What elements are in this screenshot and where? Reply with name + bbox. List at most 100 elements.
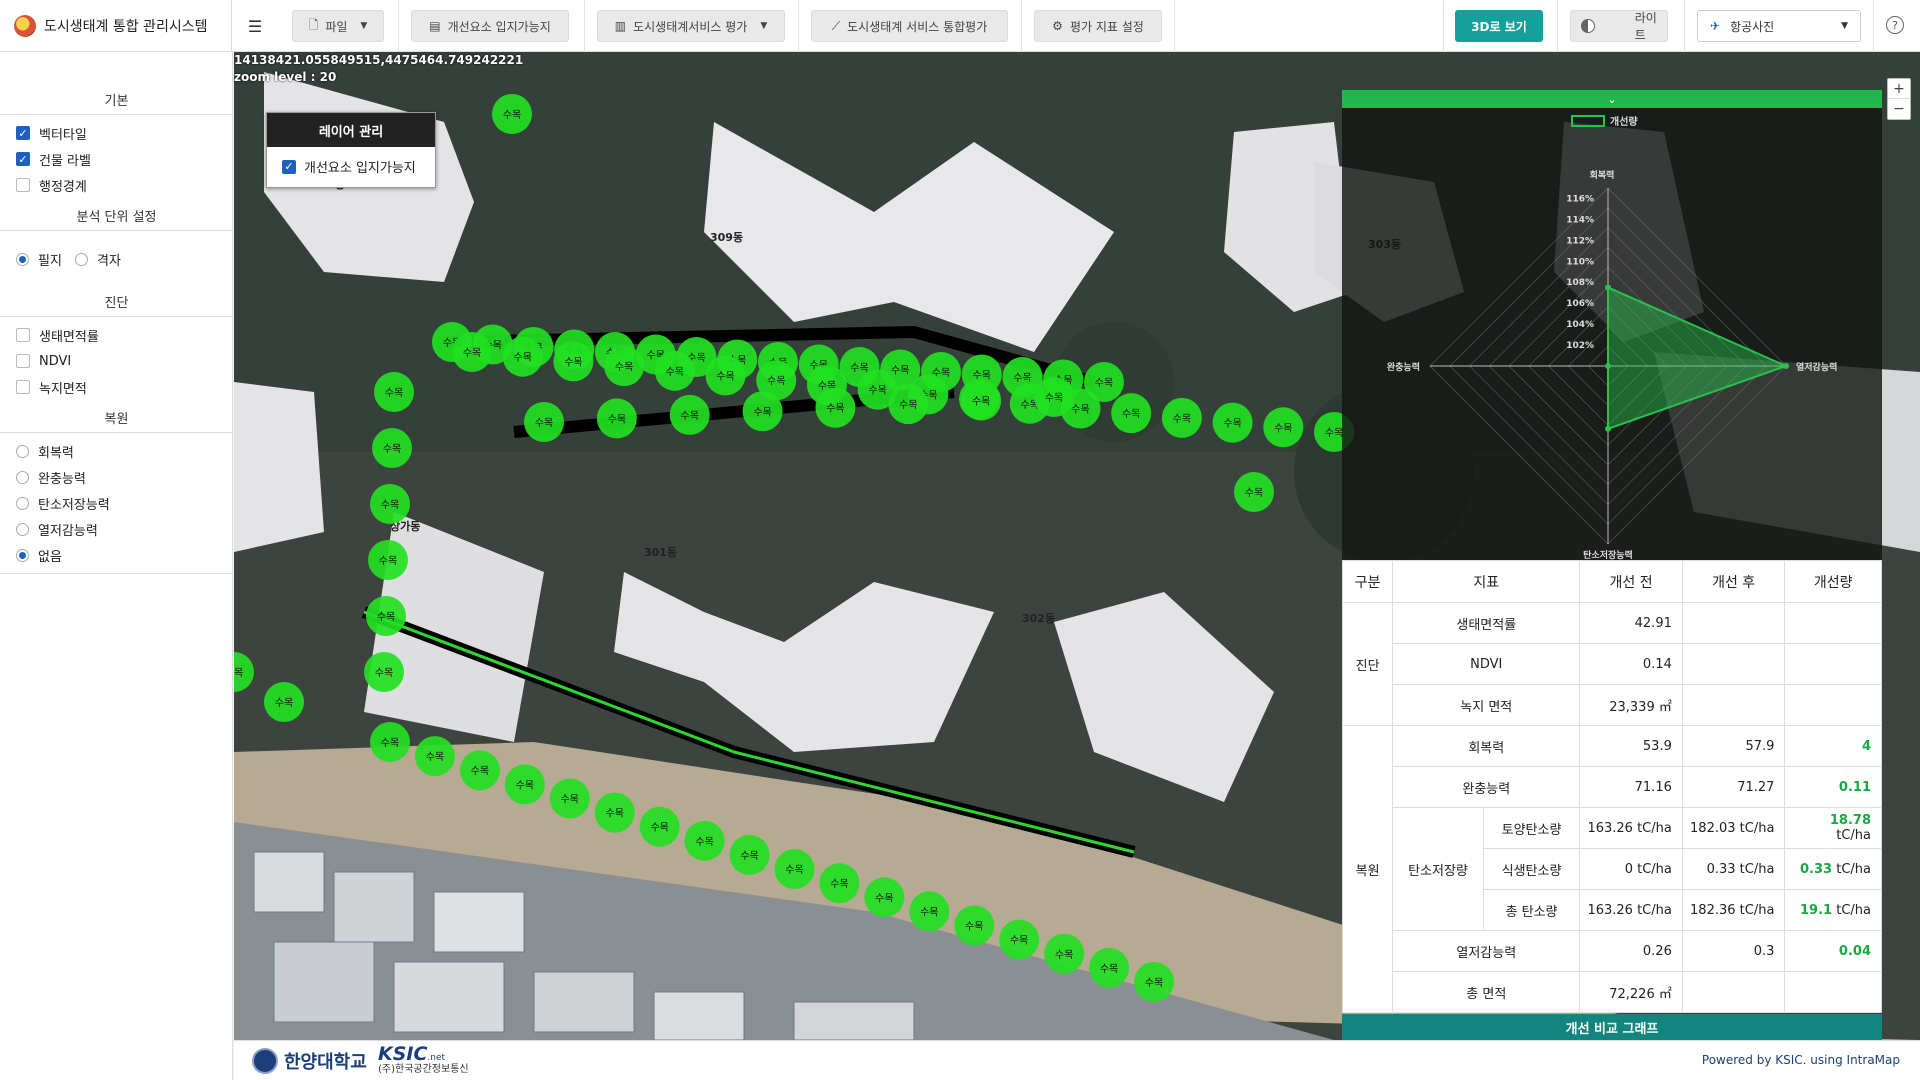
checkbox-checked-icon[interactable]: ✓ [282,159,296,174]
radio-heat[interactable]: 열저감능력 [16,520,98,539]
indicator-table: 구분 지표 개선 전 개선 후 개선량 진단 생태면적률 42.91 NDVI … [1341,560,1882,1013]
checkbox-icon[interactable] [16,328,30,342]
table-row: 총 면적 72,226 ㎡ [1343,971,1882,1013]
zoom-in-button[interactable]: + [1888,79,1910,99]
divider [398,0,399,52]
panel-collapse-button[interactable]: ⌄ [1342,90,1882,108]
table-row: 열저감능력 0.26 0.3 0.04 [1343,930,1882,972]
radio-carbon[interactable]: 탄소저장능력 [16,494,110,513]
radio-icon[interactable] [16,470,29,484]
gear-icon: ⚙ [1052,19,1063,33]
option-label: 열저감능력 [38,523,98,539]
site-availability-button[interactable]: ▤ 개선요소 입지가능지 [411,10,569,42]
after-value: 0.3 [1681,930,1786,972]
app-title: 도시생태계 통합 관리시스템 [44,19,208,35]
tree-label: 수목 [740,850,758,862]
after-value: 71.27 [1681,766,1786,808]
zoom-out-button[interactable]: − [1888,99,1910,119]
option-label: 필지 [38,253,62,269]
divider [1443,0,1444,52]
radar-tick-label: 106% [1566,299,1594,309]
tree-label: 수목 [972,396,990,408]
radio-resilience[interactable]: 회복력 [16,442,74,461]
tree-label: 수목 [1055,949,1073,961]
after-value: 57.9 [1681,725,1786,767]
compare-graph-button[interactable]: 개선 비교 그래프 [1342,1014,1882,1040]
tree-label: 수목 [383,443,401,455]
brand[interactable]: 도시생태계 통합 관리시스템 [0,0,232,52]
option-label: 회복력 [38,445,74,461]
integrated-eval-button[interactable]: ⟋ 도시생태계 서비스 통합평가 [811,10,1008,42]
radio-icon[interactable] [16,444,29,458]
indicator-label: 토양탄소량 [1482,807,1581,849]
radio-none[interactable]: 없음 [16,546,62,565]
basemap-select[interactable]: ✈ 항공사진 ▼ [1697,10,1861,42]
column-header: 구분 [1341,560,1394,603]
checkbox-checked-icon[interactable]: ✓ [16,126,30,140]
delta-number: 18.78 [1829,813,1871,828]
tree-label: 수목 [1274,422,1292,434]
radio-icon[interactable] [16,522,29,536]
toggle-eco-area-ratio[interactable]: 생태면적률 [16,326,99,345]
layer-toggle-admin-boundary[interactable]: 행정경계 [16,176,87,195]
powered-by-text: Powered by KSIC. using IntraMap [1701,1053,1900,1067]
eval-settings-button[interactable]: ⚙ 평가 지표 설정 [1034,10,1162,42]
option-label: 완충능력 [38,471,86,487]
layer-toggle-vector-tile[interactable]: ✓ 벡터타일 [16,124,87,143]
tree-label: 수목 [381,499,399,511]
radio-parcel[interactable]: 필지 [16,250,62,269]
tree-label: 수목 [920,906,938,918]
layer-manager-panel: 레이어 관리 ✓ 개선요소 입지가능지 [266,112,436,188]
radar-chart-svg: 102% 104% 106% 108% 110% 112% 114% 116% 회복력열저감능력… [1387,115,1837,561]
delta-unit: tC/ha [1836,828,1871,843]
after-value: 182.36 tC/ha [1681,889,1786,931]
tree-label: 수목 [471,765,489,777]
radio-selected-icon[interactable] [16,252,29,266]
layer-manager-item[interactable]: ✓ 개선요소 입지가능지 [267,147,435,176]
delta-unit: tC/ha [1832,902,1871,918]
radio-selected-icon[interactable] [16,548,29,562]
zoom-level-text: zoom level : 20 [234,70,337,84]
hamburger-icon[interactable]: ☰ [240,12,270,40]
ecosystem-service-eval-button[interactable]: ▥ 도시생태계서비스 평가 ▼ [597,10,785,42]
radio-buffer[interactable]: 완충능력 [16,468,86,487]
option-label: 없음 [38,549,62,565]
tree-label: 수목 [965,921,983,933]
indicator-label: 총 면적 [1392,971,1581,1013]
file-menu-button[interactable]: 🗋 파일 ▼ [292,10,384,42]
tree-label: 수목 [1071,403,1089,415]
before-value: 0 tC/ha [1579,848,1683,890]
radar-tick-label: 114% [1566,215,1594,225]
option-label: 행정경계 [39,179,87,195]
radio-icon[interactable] [16,496,29,510]
checkbox-icon[interactable] [16,354,30,368]
before-value: 42.91 [1579,602,1683,644]
radio-icon[interactable] [75,252,88,266]
tree-label: 수목 [1245,487,1263,499]
view-3d-button[interactable]: 3D로 보기 [1455,10,1543,42]
help-icon[interactable]: ? [1886,16,1904,34]
option-label: 건물 라벨 [39,153,91,169]
divider [0,573,233,574]
tree-label: 수목 [753,406,771,418]
theme-toggle-button[interactable]: 라이트 [1570,10,1668,42]
checkbox-icon[interactable] [16,380,30,394]
checkbox-icon[interactable] [16,178,30,192]
option-label: 탄소저장능력 [38,497,110,513]
radar-point [1605,284,1611,291]
tree-label: 수목 [561,793,579,805]
tree-label: 수목 [606,808,624,820]
ecosystem-service-eval-label: 도시생태계서비스 평가 [633,19,748,34]
section-title-analysis-unit: 분석 단위 설정 [0,205,233,231]
checkbox-checked-icon[interactable]: ✓ [16,152,30,166]
radar-tick-label: 108% [1566,278,1594,288]
table-row: 복원 회복력 53.9 57.9 4 [1341,725,1882,1013]
section-title-restoration: 복원 [0,407,233,433]
radio-grid[interactable]: 격자 [75,250,121,269]
toggle-ndvi[interactable]: NDVI [16,352,71,370]
layer-toggle-building-label[interactable]: ✓ 건물 라벨 [16,150,91,169]
tree-label: 수목 [516,779,534,791]
tree-label: 수목 [608,413,626,425]
option-label: 격자 [97,253,121,269]
toggle-green-area[interactable]: 녹지면적 [16,378,87,397]
